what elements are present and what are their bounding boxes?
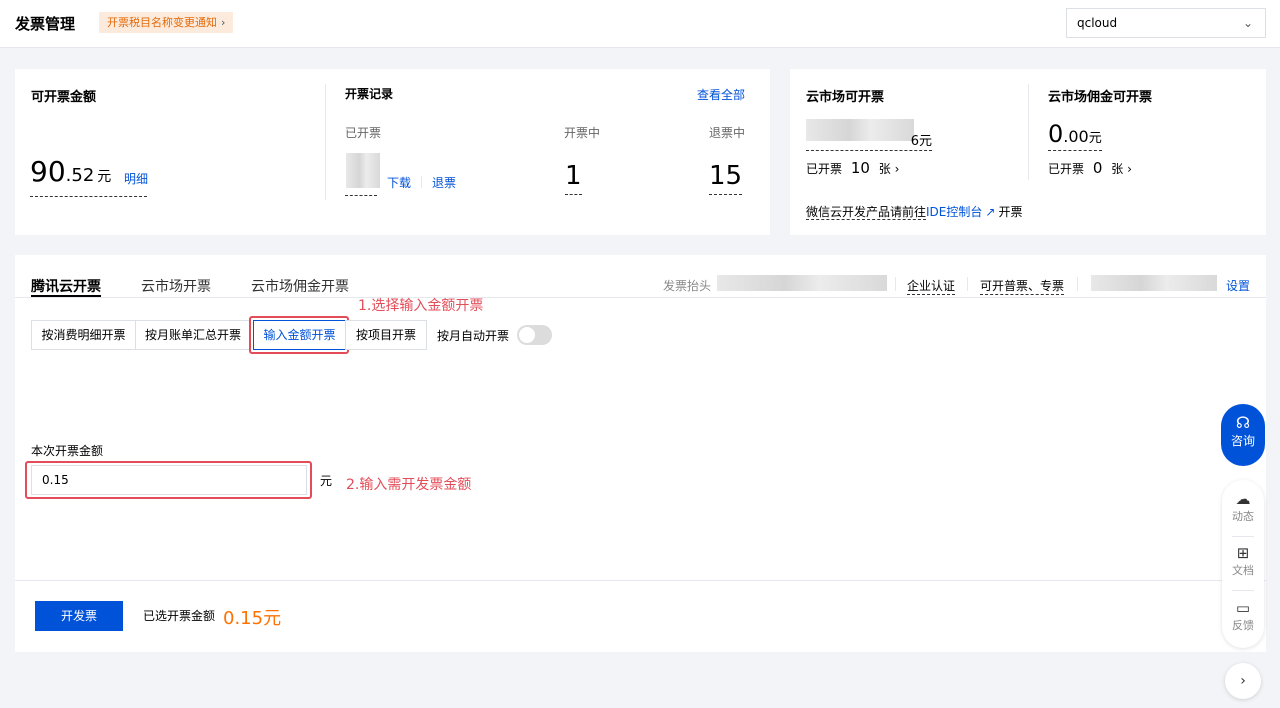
highlight-box-mode: [249, 316, 349, 354]
market-amount-suffix: 6元: [910, 134, 932, 149]
commission-amount: 0.00元: [1048, 120, 1102, 151]
news-label: 动态: [1232, 510, 1254, 523]
divider: [1232, 590, 1254, 591]
invoice-main-panel: [15, 255, 1266, 652]
records-title: 开票记录: [345, 87, 394, 101]
market-amount: 6元: [806, 130, 932, 151]
selected-amount-value: 0.15元: [223, 608, 282, 629]
available-amount-unit: 元: [97, 169, 112, 185]
tab-divider: [15, 297, 1266, 298]
mode-by-monthly-bill[interactable]: 按月账单汇总开票: [135, 320, 251, 350]
settings-link[interactable]: 设置: [1226, 277, 1250, 294]
issued-value-redacted: [346, 153, 380, 188]
page-title: 发票管理: [15, 15, 76, 33]
selected-amount-label: 已选开票金额: [143, 609, 216, 623]
divider: [1077, 277, 1078, 291]
consult-button[interactable]: ☊ 咨询: [1221, 404, 1265, 466]
refunding-value[interactable]: 15: [709, 158, 743, 195]
feedback-button[interactable]: ▭ 反馈: [1222, 599, 1264, 633]
chevron-right-icon: ›: [1127, 162, 1132, 176]
divider: [1028, 84, 1029, 180]
divider: [421, 176, 422, 188]
chevron-right-icon: ›: [894, 162, 900, 176]
chevron-down-icon: ⌄: [1242, 16, 1253, 30]
commission-title: 云市场佣金可开票: [1048, 90, 1153, 105]
tab-tencent-cloud[interactable]: 腾讯云开票: [31, 276, 101, 296]
side-panel: ☁ 动态 ⊞ 文档 ▭ 反馈: [1222, 480, 1264, 648]
notice-banner[interactable]: 开票税目名称变更通知 ›: [99, 12, 234, 33]
tab-cloud-market[interactable]: 云市场开票: [141, 276, 211, 296]
issued-label: 已开票: [345, 126, 382, 140]
collapse-button[interactable]: ›: [1225, 663, 1261, 699]
available-detail-link[interactable]: 明细: [124, 170, 148, 187]
toggle-knob: [519, 327, 535, 343]
download-link[interactable]: 下载: [387, 174, 411, 191]
invoice-types[interactable]: 可开普票、专票: [980, 277, 1065, 295]
annotation-step1: 1.选择输入金额开票: [358, 298, 484, 314]
invoice-header-redacted: [717, 275, 887, 291]
market-title: 云市场可开票: [806, 90, 885, 105]
annotation-step2: 2.输入需开发票金额: [346, 477, 472, 493]
ide-console-link[interactable]: IDE控制台: [926, 205, 982, 219]
commission-issued-unit: 张: [1111, 162, 1124, 176]
commission-amount-dec: .00: [1063, 127, 1089, 146]
divider: [325, 84, 326, 200]
message-icon: ▭: [1235, 599, 1251, 617]
commission-issued-label: 已开票: [1048, 162, 1085, 176]
market-issued[interactable]: 已开票 10 张 ›: [806, 159, 899, 177]
commission-amount-unit: 元: [1088, 131, 1102, 146]
view-all-link[interactable]: 查看全部: [697, 86, 745, 103]
wechat-note: 微信云开发产品请前往IDE控制台 ↗ 开票: [806, 203, 1022, 220]
external-link-icon[interactable]: ↗: [985, 205, 995, 219]
feedback-label: 反馈: [1232, 619, 1254, 632]
footer-divider: [15, 580, 1266, 581]
amount-label: 本次开票金额: [31, 444, 104, 458]
refund-link[interactable]: 退票: [432, 174, 456, 191]
commission-amount-int: 0: [1048, 120, 1064, 148]
docs-label: 文档: [1232, 564, 1254, 577]
book-icon: ⊞: [1236, 544, 1250, 562]
invoice-header-label: 发票抬头: [663, 279, 712, 293]
market-issued-count: 10: [850, 159, 870, 177]
divider: [1232, 536, 1254, 537]
enterprise-cert[interactable]: 企业认证: [907, 277, 956, 295]
available-amount-title: 可开票金额: [31, 90, 97, 105]
docs-button[interactable]: ⊞ 文档: [1222, 544, 1264, 578]
market-issued-label: 已开票: [806, 162, 843, 176]
chevron-right-icon: ›: [1240, 673, 1246, 689]
divider: [895, 277, 896, 291]
cloud-icon: ☁: [1235, 490, 1251, 508]
issue-invoice-button[interactable]: 开发票: [35, 601, 123, 631]
mode-by-project[interactable]: 按项目开票: [345, 320, 427, 350]
tax-info-redacted: [1091, 275, 1217, 291]
news-button[interactable]: ☁ 动态: [1222, 490, 1264, 524]
headset-icon: ☊: [1235, 413, 1251, 432]
wechat-note-suffix: 开票: [998, 205, 1023, 219]
available-amount-dec: .52: [65, 165, 95, 186]
notice-text[interactable]: 开票税目名称变更通知: [107, 16, 217, 29]
in-progress-label: 开票中: [564, 126, 601, 140]
auto-invoice-toggle[interactable]: [517, 325, 552, 345]
auto-invoice-label: 按月自动开票: [437, 329, 510, 343]
market-issued-unit: 张: [878, 162, 891, 176]
commission-issued-count: 0: [1092, 159, 1103, 177]
highlight-box-amount: [25, 461, 312, 499]
chevron-right-icon: ›: [221, 16, 226, 29]
commission-issued[interactable]: 已开票 0 张 ›: [1048, 159, 1132, 177]
mode-by-consumption[interactable]: 按消费明细开票: [31, 320, 136, 350]
issued-underline: [345, 195, 377, 196]
consult-label: 咨询: [1230, 434, 1255, 448]
tab-cloud-market-commission[interactable]: 云市场佣金开票: [251, 276, 349, 296]
amount-unit: 元: [320, 474, 333, 488]
available-amount-int: 90: [30, 155, 66, 188]
refunding-label: 退票中: [709, 126, 746, 140]
divider: [967, 277, 968, 291]
account-select-value: qcloud: [1077, 16, 1118, 30]
wechat-note-prefix: 微信云开发产品请前往: [806, 205, 927, 220]
in-progress-value[interactable]: 1: [565, 158, 582, 195]
account-select[interactable]: qcloud ⌄: [1066, 8, 1266, 38]
